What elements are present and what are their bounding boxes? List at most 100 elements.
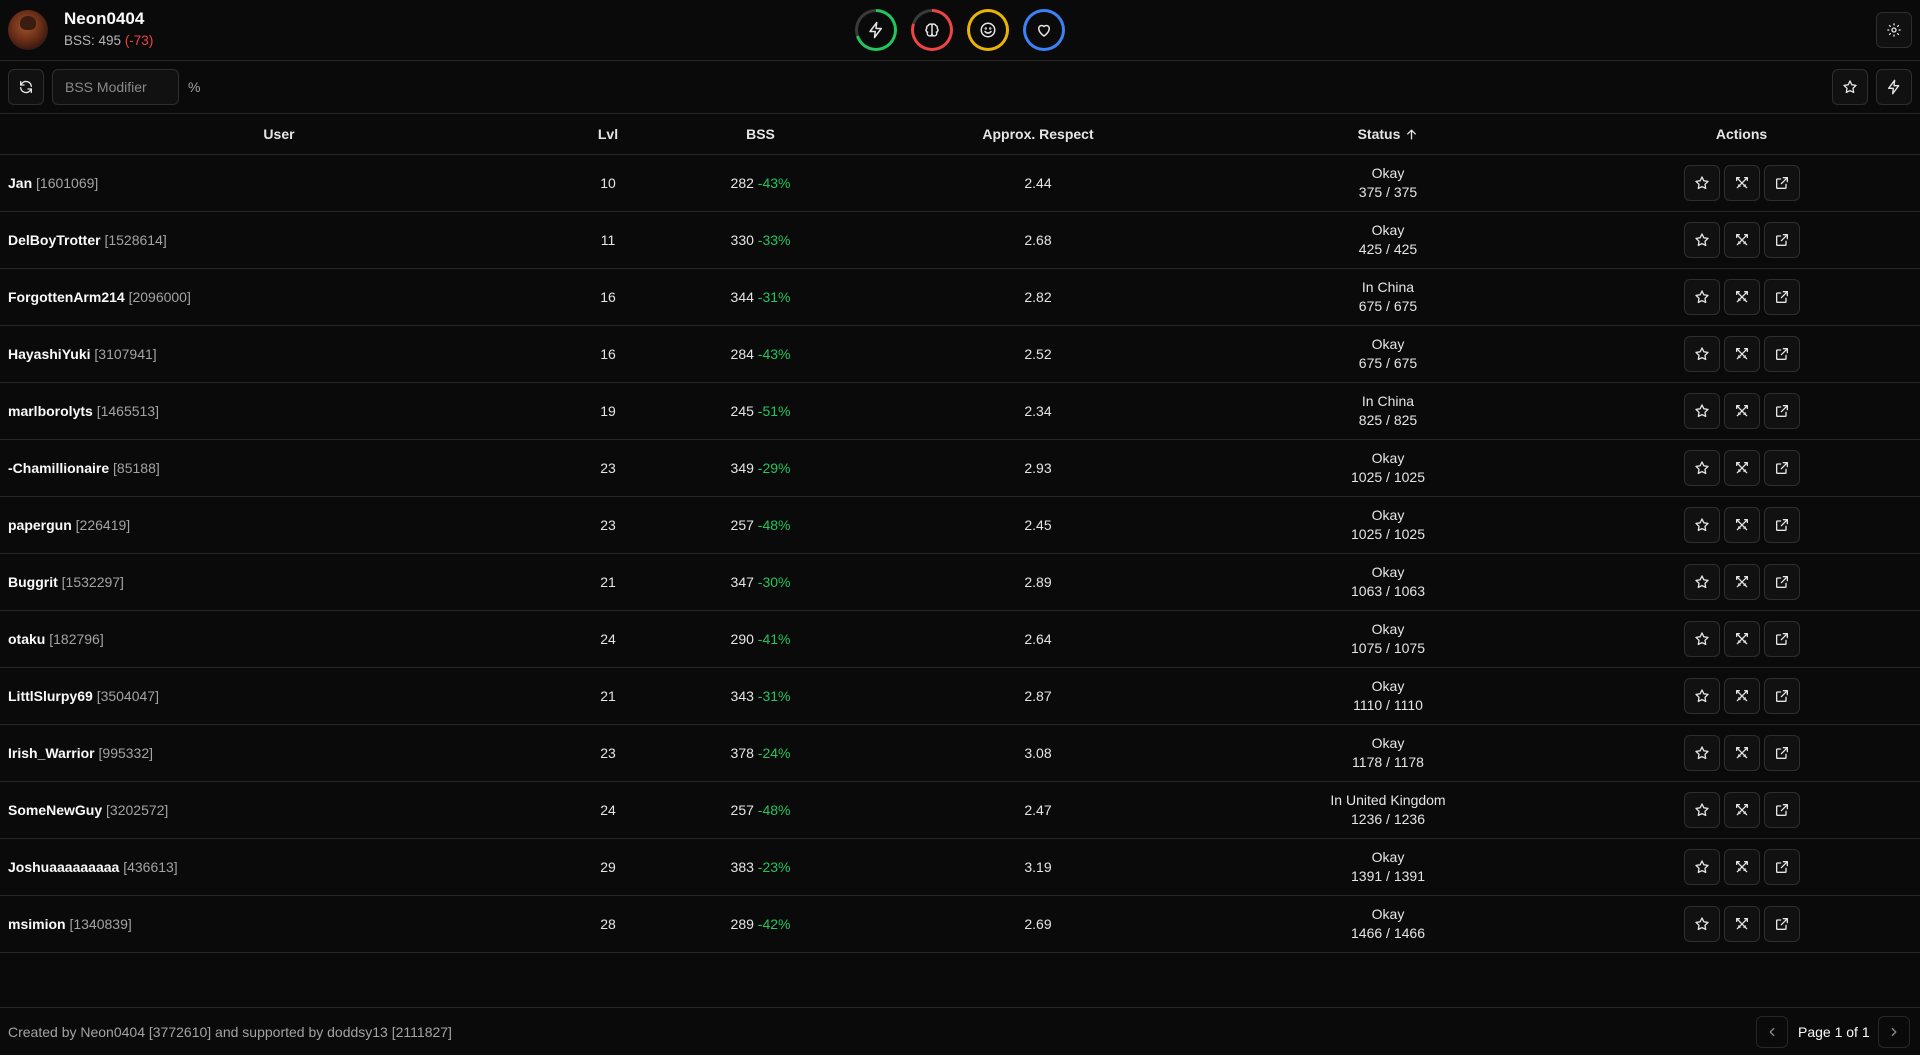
open-profile-button[interactable] xyxy=(1763,905,1800,942)
star-icon xyxy=(1694,859,1709,873)
attack-button[interactable] xyxy=(1723,449,1760,486)
open-profile-button[interactable] xyxy=(1763,221,1800,258)
row-actions xyxy=(1563,563,1920,600)
status-text: Okay xyxy=(1371,905,1405,922)
open-profile-button[interactable] xyxy=(1763,563,1800,600)
user-name-link[interactable]: SomeNewGuy xyxy=(8,802,102,818)
favorite-button[interactable] xyxy=(1683,677,1720,714)
favorite-button[interactable] xyxy=(1683,563,1720,600)
user-name-link[interactable]: msimion xyxy=(8,916,66,932)
external-link-icon xyxy=(1775,461,1788,474)
status-cell: Okay 1075 / 1075 xyxy=(1213,610,1563,668)
favorites-filter-button[interactable] xyxy=(1832,69,1868,105)
user-name-link[interactable]: Jan xyxy=(8,175,32,191)
open-profile-button[interactable] xyxy=(1763,677,1800,714)
attack-button[interactable] xyxy=(1723,278,1760,315)
next-page-button[interactable] xyxy=(1878,1016,1910,1048)
user-name-link[interactable]: Joshuaaaaaaaaa xyxy=(8,859,119,875)
open-profile-button[interactable] xyxy=(1763,734,1800,771)
user-name-link[interactable]: LittlSlurpy69 xyxy=(8,688,93,704)
attack-button[interactable] xyxy=(1723,677,1760,714)
chevron-left-icon xyxy=(1769,1027,1775,1037)
user-name-link[interactable]: otaku xyxy=(8,631,45,647)
attack-button[interactable] xyxy=(1723,164,1760,201)
respect-cell: 2.93 xyxy=(863,439,1213,497)
actions-cell xyxy=(1563,211,1920,269)
bss-modifier-input[interactable] xyxy=(52,69,179,105)
open-profile-button[interactable] xyxy=(1763,791,1800,828)
attack-button[interactable] xyxy=(1723,905,1760,942)
favorite-button[interactable] xyxy=(1683,392,1720,429)
external-link-icon xyxy=(1775,632,1788,645)
column-header-actions: Actions xyxy=(1563,114,1920,155)
attack-button[interactable] xyxy=(1723,734,1760,771)
user-name-link[interactable]: ForgottenArm214 xyxy=(8,289,125,305)
avatar[interactable] xyxy=(8,10,48,50)
column-header-status[interactable]: Status xyxy=(1213,114,1563,155)
attack-button[interactable] xyxy=(1723,563,1760,600)
user-name-link[interactable]: Buggrit xyxy=(8,574,58,590)
user-id: [182796] xyxy=(49,630,104,647)
crossed-swords-icon xyxy=(1735,290,1748,302)
column-header-lvl[interactable]: Lvl xyxy=(558,114,658,155)
open-profile-button[interactable] xyxy=(1763,449,1800,486)
favorite-button[interactable] xyxy=(1683,335,1720,372)
attack-button[interactable] xyxy=(1723,221,1760,258)
column-header-bss[interactable]: BSS xyxy=(658,114,863,155)
open-profile-button[interactable] xyxy=(1763,848,1800,885)
bss-diff: -24% xyxy=(757,744,791,761)
open-profile-button[interactable] xyxy=(1763,506,1800,543)
favorite-button[interactable] xyxy=(1683,221,1720,258)
favorite-button[interactable] xyxy=(1683,620,1720,657)
favorite-button[interactable] xyxy=(1683,734,1720,771)
user-name-link[interactable]: marlborolyts xyxy=(8,403,93,419)
favorite-button[interactable] xyxy=(1683,449,1720,486)
status-text: Okay xyxy=(1371,563,1405,580)
user-name-link[interactable]: -Chamillionaire xyxy=(8,460,109,476)
attack-button[interactable] xyxy=(1723,506,1760,543)
open-profile-button[interactable] xyxy=(1763,335,1800,372)
open-profile-button[interactable] xyxy=(1763,392,1800,429)
life-text: 1075 / 1075 xyxy=(1351,639,1425,656)
open-profile-button[interactable] xyxy=(1763,278,1800,315)
attack-button[interactable] xyxy=(1723,335,1760,372)
user-name-link[interactable]: Irish_Warrior xyxy=(8,745,95,761)
life-text: 1178 / 1178 xyxy=(1352,753,1424,770)
actions-cell xyxy=(1563,895,1920,953)
column-header-user[interactable]: User xyxy=(0,114,558,155)
crossed-swords-icon xyxy=(1735,518,1748,530)
attack-button[interactable] xyxy=(1723,848,1760,885)
row-actions xyxy=(1563,506,1920,543)
favorite-button[interactable] xyxy=(1683,848,1720,885)
favorite-button[interactable] xyxy=(1683,506,1720,543)
respect-cell: 3.19 xyxy=(863,838,1213,896)
user-id: [3504047] xyxy=(96,687,159,704)
open-profile-button[interactable] xyxy=(1763,164,1800,201)
actions-cell xyxy=(1563,724,1920,782)
previous-page-button[interactable] xyxy=(1756,1016,1788,1048)
life-text: 1391 / 1391 xyxy=(1351,867,1425,884)
favorite-button[interactable] xyxy=(1683,164,1720,201)
star-icon xyxy=(1694,289,1709,303)
attack-button[interactable] xyxy=(1723,791,1760,828)
favorite-button[interactable] xyxy=(1683,905,1720,942)
bss-diff: -30% xyxy=(757,573,791,590)
happy-bar[interactable] xyxy=(967,9,1009,51)
nerve-bar[interactable] xyxy=(911,9,953,51)
column-header-respect[interactable]: Approx. Respect xyxy=(863,114,1213,155)
quick-attack-button[interactable] xyxy=(1876,69,1912,105)
attack-button[interactable] xyxy=(1723,620,1760,657)
favorite-button[interactable] xyxy=(1683,278,1720,315)
favorite-button[interactable] xyxy=(1683,791,1720,828)
bss-cell: 257 -48% xyxy=(658,496,863,554)
life-bar[interactable] xyxy=(1023,9,1065,51)
energy-bar[interactable] xyxy=(855,9,897,51)
user-name-link[interactable]: DelBoyTrotter xyxy=(8,232,101,248)
refresh-button[interactable] xyxy=(8,69,44,105)
user-name-link[interactable]: papergun xyxy=(8,517,72,533)
open-profile-button[interactable] xyxy=(1763,620,1800,657)
user-name-link[interactable]: HayashiYuki xyxy=(8,346,91,362)
status-cell: In China 825 / 825 xyxy=(1213,382,1563,440)
settings-button[interactable] xyxy=(1876,12,1912,48)
attack-button[interactable] xyxy=(1723,392,1760,429)
